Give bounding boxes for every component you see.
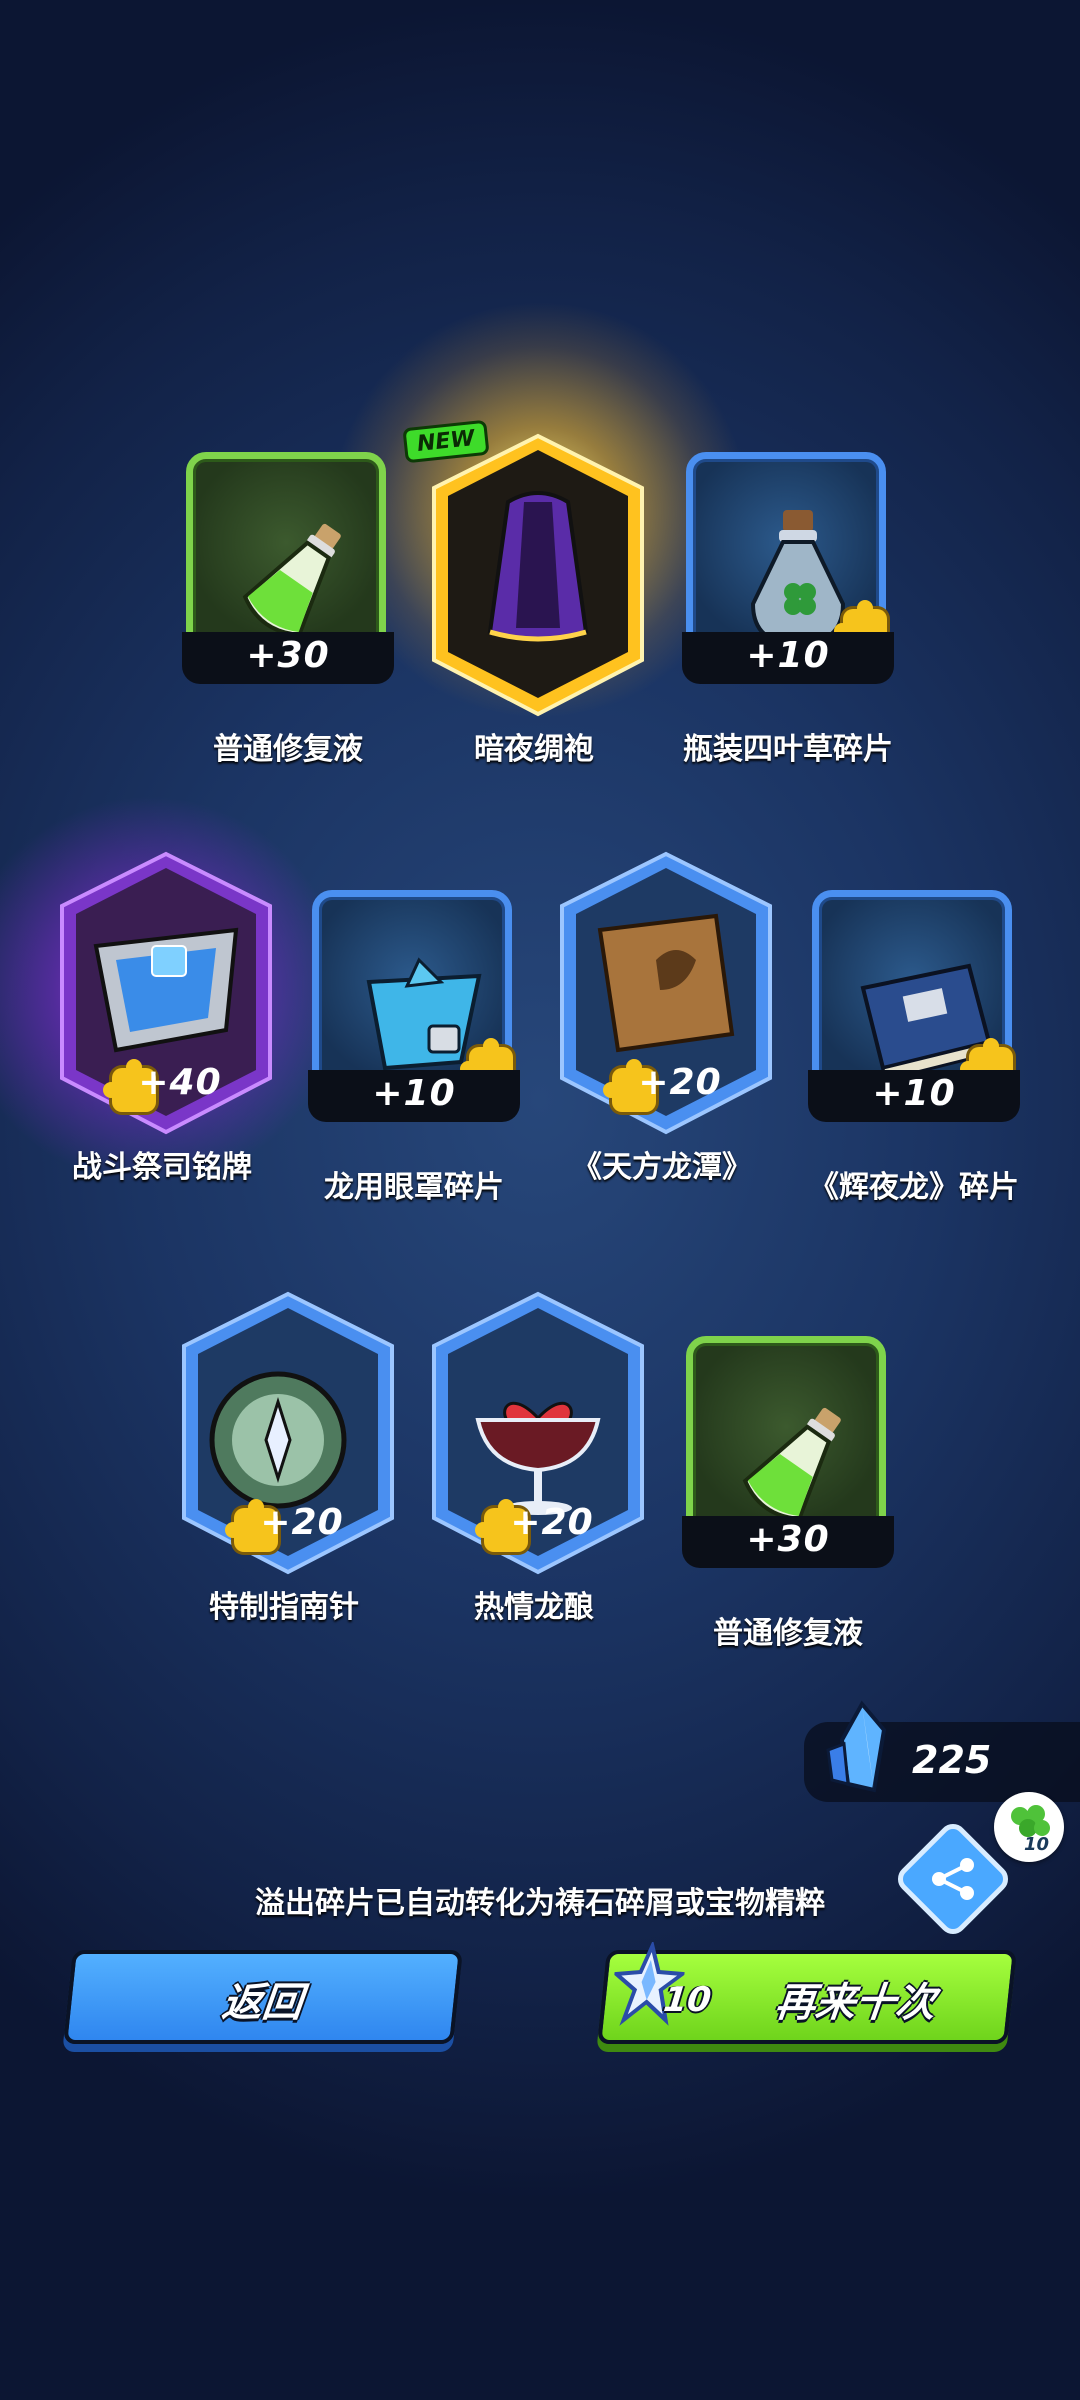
- reward-item-priest-badge[interactable]: +40 战斗祭司铭牌: [56, 850, 276, 1185]
- bubble-count: 10: [1024, 1834, 1050, 1855]
- book-icon: [597, 913, 735, 1053]
- back-button-label: 返回: [219, 1980, 305, 2026]
- item-name: 瓶装四叶草碎片: [683, 732, 893, 767]
- badge-icon: [93, 927, 239, 1053]
- crystal-icon: [826, 1700, 887, 1793]
- item-count: +10: [746, 635, 830, 676]
- item-name: 《天方龙潭》: [572, 1150, 752, 1185]
- reward-item-dragon-eyepatch[interactable]: +10 龙用眼罩碎片: [308, 870, 528, 1205]
- item-name: 龙用眼罩碎片: [324, 1170, 504, 1205]
- crystal-currency-bar: 225: [804, 1700, 1080, 1802]
- reward-item-dragon-book[interactable]: +20 《天方龙潭》: [556, 850, 776, 1185]
- item-count: +10: [872, 1073, 956, 1114]
- clover-reward-bubble[interactable]: 10: [994, 1792, 1064, 1862]
- crystal-count: 225: [912, 1738, 992, 1782]
- item-name: 暗夜绸袍: [474, 732, 594, 767]
- item-count: +20: [510, 1502, 594, 1543]
- reward-item-clover-bottle[interactable]: +10 瓶装四叶草碎片: [682, 432, 902, 767]
- draw-ten-again-button[interactable]: 10 再来十次: [597, 1942, 1017, 2044]
- reward-item-repair-liquid-2[interactable]: +30 普通修复液: [682, 1316, 902, 1651]
- item-card: [312, 890, 513, 1091]
- reward-item-dragon-wine[interactable]: +20 热情龙酿: [428, 1290, 648, 1625]
- item-name: 《辉夜龙》碎片: [809, 1170, 1019, 1205]
- draw-ten-again-label: 再来十次: [772, 1980, 938, 2026]
- back-button[interactable]: 返回: [63, 1950, 463, 2044]
- reward-item-compass[interactable]: +20 特制指南针: [178, 1290, 398, 1625]
- item-card: [812, 890, 1013, 1091]
- item-name: 特制指南针: [209, 1590, 359, 1625]
- reward-item-night-dragon-book[interactable]: +10 《辉夜龙》碎片: [808, 870, 1028, 1205]
- item-name: 普通修复液: [213, 732, 363, 767]
- item-card: [686, 452, 887, 653]
- item-count: +40: [138, 1062, 222, 1103]
- item-name: 普通修复液: [713, 1616, 863, 1651]
- item-name: 热情龙酿: [474, 1590, 594, 1625]
- item-count: +20: [638, 1062, 722, 1103]
- item-card: [186, 452, 386, 652]
- legendary-hex-frame: [432, 433, 644, 717]
- draw-cost: 10: [661, 1980, 714, 2020]
- item-name: 战斗祭司铭牌: [72, 1150, 252, 1185]
- reward-item-repair-liquid[interactable]: +30 普通修复液: [182, 432, 402, 767]
- item-card: [686, 1336, 886, 1536]
- robe-icon: [487, 491, 589, 642]
- item-count: +30: [246, 635, 330, 676]
- compass-icon: [209, 1371, 347, 1509]
- item-count: +30: [746, 1519, 830, 1560]
- overflow-hint-text: 溢出碎片已自动转化为祷石碎屑或宝物精粹: [255, 1886, 825, 1921]
- item-count: +20: [260, 1502, 344, 1543]
- item-count: +10: [372, 1073, 456, 1114]
- reward-item-night-robe[interactable]: NEW 暗夜绸袍: [402, 419, 648, 767]
